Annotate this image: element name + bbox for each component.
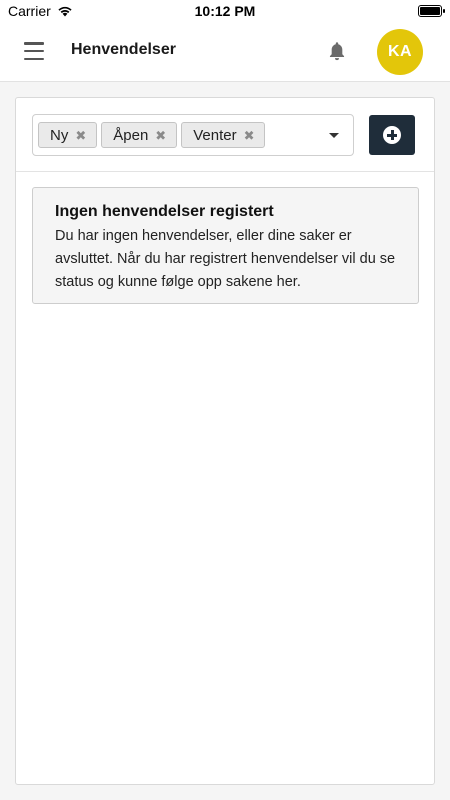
empty-state: Ingen henvendelser registert Du har inge…	[32, 187, 419, 304]
requests-panel: Ny ✖ Åpen ✖ Venter ✖ Ingen henvendelser …	[15, 97, 435, 785]
status-bar: Carrier 10:12 PM	[0, 0, 450, 22]
filter-chip-label: Åpen	[113, 126, 149, 144]
filter-chip-label: Ny	[50, 126, 69, 144]
add-request-button[interactable]	[369, 115, 415, 155]
plus-circle-icon	[383, 126, 401, 144]
app-header: Henvendelser KA	[0, 22, 450, 82]
wifi-icon	[58, 6, 72, 17]
filter-chip-label: Venter	[193, 126, 237, 144]
close-icon[interactable]: ✖	[244, 129, 255, 142]
empty-state-text: Du har ingen henvendelser, eller dine sa…	[55, 228, 396, 290]
filter-chip-ny: Ny ✖	[38, 122, 98, 148]
filter-chip-venter: Venter ✖	[181, 122, 266, 148]
page-title: Henvendelser	[71, 41, 176, 58]
empty-state-title: Ingen henvendelser registert	[55, 203, 274, 220]
filter-chip-apen: Åpen ✖	[101, 122, 178, 148]
close-icon[interactable]: ✖	[155, 129, 166, 142]
battery-icon	[418, 5, 445, 17]
bell-icon[interactable]	[326, 40, 348, 62]
close-icon[interactable]: ✖	[75, 129, 86, 142]
filter-row: Ny ✖ Åpen ✖ Venter ✖	[16, 98, 434, 172]
carrier-label: Carrier	[8, 3, 51, 19]
avatar[interactable]: KA	[377, 29, 423, 75]
status-filter-select[interactable]: Ny ✖ Åpen ✖ Venter ✖	[32, 114, 354, 156]
hamburger-menu-icon[interactable]	[24, 42, 44, 60]
caret-down-icon[interactable]	[329, 133, 339, 138]
status-left: Carrier	[8, 3, 73, 19]
